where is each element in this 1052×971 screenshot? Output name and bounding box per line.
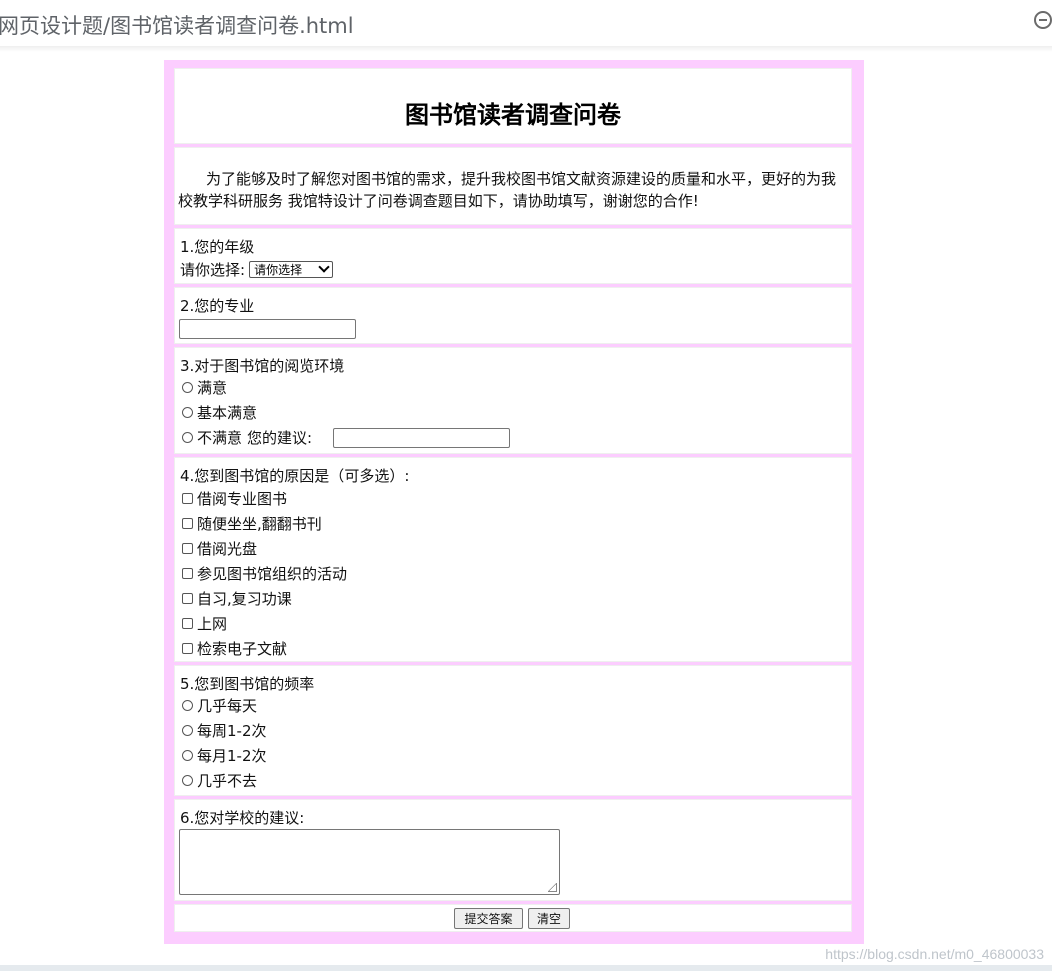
grade-select-row: 请你选择: 请你选择: [180, 258, 334, 280]
grade-select[interactable]: 请你选择: [249, 260, 334, 278]
question-4-label: 4.您到图书馆的原因是（可多选）:: [180, 467, 410, 485]
frequency-option[interactable]: 每周1-2次: [180, 719, 267, 741]
reason-option[interactable]: 借阅光盘: [180, 537, 257, 559]
question-3-label: 3.对于图书馆的阅览环境: [180, 357, 345, 375]
checkbox[interactable]: [182, 542, 193, 554]
question-5-cell: 5.您到图书馆的频率 几乎每天 每周1-2次 每月1-2次 几乎不去: [174, 665, 852, 796]
environment-option[interactable]: 满意: [180, 376, 227, 398]
suggestion-label: 您的建议:: [247, 428, 313, 447]
frequency-option-label: 每周1-2次: [197, 721, 267, 740]
reason-option-label: 随便坐坐,翻翻书刊: [197, 514, 322, 533]
frequency-option[interactable]: 几乎不去: [180, 769, 257, 791]
reason-option-label: 参见图书馆组织的活动: [197, 564, 348, 583]
question-2-label: 2.您的专业: [180, 297, 255, 315]
survey-intro: 为了能够及时了解您对图书馆的需求，提升我校图书馆文献资源建设的质量和水平，更好的…: [178, 170, 837, 210]
button-cell: 提交答案 清空: [174, 904, 852, 932]
question-2-cell: 2.您的专业: [174, 287, 852, 344]
question-6-label: 6.您对学校的建议:: [180, 809, 305, 827]
radio-button[interactable]: [182, 774, 193, 786]
frequency-option[interactable]: 每月1-2次: [180, 744, 267, 766]
submit-button[interactable]: 提交答案: [454, 908, 523, 929]
question-1-label: 1.您的年级: [180, 238, 255, 256]
environment-option[interactable]: 不满意 您的建议:: [180, 426, 312, 448]
reason-option[interactable]: 自习,复习功课: [180, 587, 292, 609]
radio-button[interactable]: [182, 431, 193, 443]
checkbox[interactable]: [182, 617, 193, 629]
reason-option-label: 借阅专业图书: [197, 489, 288, 508]
reason-option[interactable]: 随便坐坐,翻翻书刊: [180, 512, 322, 534]
grade-select-value: 请你选择: [254, 262, 303, 277]
suggestion-input[interactable]: [333, 428, 510, 448]
reason-option[interactable]: 上网: [180, 612, 227, 634]
radio-button[interactable]: [182, 381, 193, 393]
bottom-bar: [0, 965, 1052, 971]
question-6-cell: 6.您对学校的建议:: [174, 799, 852, 901]
question-5-label: 5.您到图书馆的频率: [180, 675, 315, 693]
clear-button[interactable]: 清空: [528, 908, 570, 929]
school-suggestion-textarea[interactable]: [179, 829, 560, 895]
reason-option-label: 借阅光盘: [197, 539, 258, 558]
question-1-cell: 1.您的年级 请你选择: 请你选择: [174, 228, 852, 284]
reason-option-label: 自习,复习功课: [197, 589, 292, 608]
radio-button[interactable]: [182, 749, 193, 761]
environment-option-label: 满意: [197, 378, 228, 397]
reason-option[interactable]: 参见图书馆组织的活动: [180, 562, 347, 584]
checkbox[interactable]: [182, 642, 193, 654]
csdn-watermark: https://blog.csdn.net/m0_46800033: [825, 946, 1044, 962]
checkbox[interactable]: [182, 567, 193, 579]
chevron-down-icon: [318, 261, 330, 273]
reason-option[interactable]: 借阅专业图书: [180, 487, 287, 509]
reason-option-label: 上网: [197, 614, 228, 633]
question-4-cell: 4.您到图书馆的原因是（可多选）: 借阅专业图书 随便坐坐,翻翻书刊 借阅光盘 …: [174, 457, 852, 662]
question-3-cell: 3.对于图书馆的阅览环境 满意 基本满意 不满意 您的建议:: [174, 347, 852, 454]
environment-option-label: 不满意: [197, 428, 243, 447]
title-cell: 图书馆读者调查问卷: [174, 68, 852, 144]
top-bar-shadow: [0, 46, 1052, 52]
survey-frame: 图书馆读者调查问卷 为了能够及时了解您对图书馆的需求，提升我校图书馆文献资源建设…: [164, 60, 864, 944]
resize-handle-icon[interactable]: [548, 883, 557, 892]
radio-button[interactable]: [182, 724, 193, 736]
frequency-option[interactable]: 几乎每天: [180, 694, 257, 716]
intro-cell: 为了能够及时了解您对图书馆的需求，提升我校图书馆文献资源建设的质量和水平，更好的…: [174, 147, 852, 225]
frequency-option-label: 几乎每天: [197, 696, 258, 715]
survey-table: 图书馆读者调查问卷 为了能够及时了解您对图书馆的需求，提升我校图书馆文献资源建设…: [174, 68, 854, 936]
radio-button[interactable]: [182, 406, 193, 418]
checkbox[interactable]: [182, 492, 193, 504]
zoom-out-icon[interactable]: [1034, 11, 1052, 29]
frequency-option-label: 每月1-2次: [197, 746, 267, 765]
survey-title: 图书馆读者调查问卷: [405, 101, 621, 129]
environment-option[interactable]: 基本满意: [180, 401, 257, 423]
reason-option-label: 检索电子文献: [197, 639, 288, 658]
environment-option-label: 基本满意: [197, 403, 258, 422]
checkbox[interactable]: [182, 592, 193, 604]
grade-prompt: 请你选择:: [180, 260, 246, 279]
browser-page-title: 网页设计题/图书馆读者调查问卷.html: [0, 14, 354, 38]
browser-top-bar: 网页设计题/图书馆读者调查问卷.html: [0, 0, 1052, 47]
frequency-option-label: 几乎不去: [197, 771, 258, 790]
reason-option[interactable]: 检索电子文献: [180, 637, 287, 659]
major-input[interactable]: [179, 319, 356, 339]
radio-button[interactable]: [182, 699, 193, 711]
checkbox[interactable]: [182, 517, 193, 529]
